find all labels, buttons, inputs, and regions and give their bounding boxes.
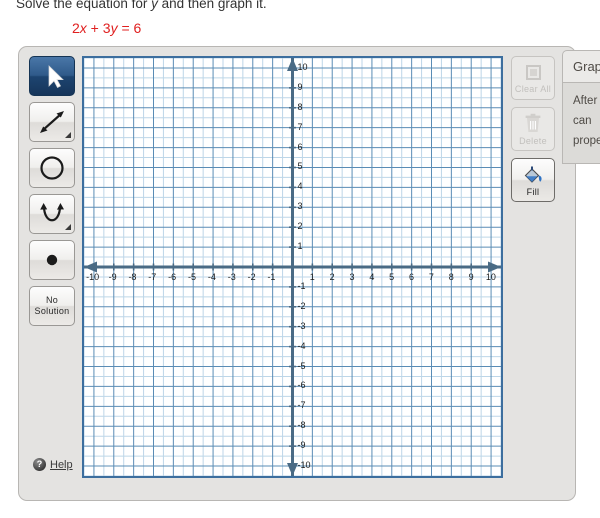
x-tick-label: -3 — [227, 272, 236, 282]
graph-canvas[interactable]: -10 -9 -8 -7 -6 -5 -4 -3 -2 -1 1 2 3 4 5 6 7 8 9 10 10 9 8 7 6 5 4… — [82, 56, 503, 478]
square-outline-icon — [526, 64, 541, 80]
x-tick-label: -10 — [86, 272, 100, 282]
arrow-cursor-icon — [48, 65, 64, 88]
paint-bucket-icon — [524, 166, 542, 183]
equation-plus: + — [86, 20, 103, 36]
y-tick-label: 1 — [297, 241, 303, 252]
y-tick-label: -10 — [297, 460, 311, 471]
trash-can-icon — [525, 113, 541, 132]
equation-display: 2x + 3y = 6 — [72, 20, 141, 36]
y-tick-label: -1 — [297, 280, 306, 291]
y-tick-label: -3 — [297, 320, 306, 331]
x-tick-label: 10 — [485, 272, 496, 282]
circle-tool-button[interactable] — [29, 148, 75, 188]
axis-tick-labels: -10 -9 -8 -7 -6 -5 -4 -3 -2 -1 1 2 3 4 5 6 7 8 9 10 10 9 8 7 6 5 4… — [84, 58, 501, 476]
y-tick-label: 7 — [297, 121, 303, 132]
x-tick-label: -4 — [207, 272, 216, 282]
select-tool-button[interactable] — [29, 56, 75, 96]
instruction-suffix: and then graph it. — [157, 0, 267, 11]
graphing-tool-panel: No Solution ? Help -10 -9 -8 -7 -6 -5 -4 -3 -2 -1… — [18, 46, 576, 501]
y-tick-label: -4 — [297, 340, 306, 351]
graphing-info-text: After can properties — [562, 82, 600, 164]
x-tick-label: -7 — [148, 272, 157, 282]
instruction-prefix: Solve the equation for — [16, 0, 152, 11]
y-tick-label: 8 — [297, 101, 303, 112]
y-tick-label: 9 — [297, 81, 303, 92]
x-tick-label: 3 — [349, 272, 355, 282]
clear-all-label: Clear All — [514, 83, 552, 94]
no-solution-line1: No — [45, 295, 59, 305]
equation-term2-coef: 3 — [102, 20, 111, 36]
question-mark-circle-icon: ? — [33, 458, 46, 471]
help-label: Help — [50, 458, 73, 471]
y-tick-label: -5 — [297, 360, 306, 371]
y-tick-label: 10 — [297, 61, 308, 72]
y-tick-label: 3 — [297, 201, 303, 212]
action-toolbar: Clear All Delete Fill — [511, 56, 559, 209]
delete-label: Delete — [519, 135, 547, 146]
info-line-2: can — [573, 115, 592, 127]
no-solution-line2: Solution — [34, 306, 70, 316]
x-tick-label: -8 — [128, 272, 137, 282]
clear-all-button[interactable]: Clear All — [511, 56, 555, 100]
instruction-variable: y — [151, 0, 158, 11]
y-tick-label: 6 — [297, 141, 303, 152]
parabola-tool-dropdown-arrow[interactable] — [65, 224, 71, 230]
x-tick-label: -9 — [108, 272, 117, 282]
graphing-info-panel: Graphing After can properties — [562, 50, 600, 200]
circle-icon — [40, 156, 64, 180]
x-tick-label: -2 — [247, 272, 256, 282]
x-tick-label: -5 — [188, 272, 197, 282]
equation-rhs: 6 — [133, 20, 142, 36]
y-tick-label: -6 — [297, 380, 306, 391]
x-tick-label: 7 — [428, 272, 434, 282]
y-tick-label: 2 — [297, 221, 303, 232]
line-tool-dropdown-arrow[interactable] — [65, 132, 71, 138]
x-tick-label: -1 — [267, 272, 276, 282]
tab-graphing[interactable]: Graphing — [562, 50, 600, 82]
y-tick-label: 4 — [297, 181, 303, 192]
question-instruction: Solve the equation for y and then graph … — [16, 0, 267, 11]
x-tick-label: 5 — [389, 272, 395, 282]
fill-button[interactable]: Fill — [511, 158, 555, 202]
drawing-toolbar: No Solution — [29, 56, 77, 332]
tab-graphing-label: Graphing — [573, 59, 600, 74]
x-tick-label: 1 — [309, 272, 315, 282]
equation-term2-var: y — [110, 20, 118, 36]
x-tick-label: 4 — [369, 272, 375, 282]
y-tick-label: 5 — [297, 161, 303, 172]
x-tick-label: 6 — [409, 272, 415, 282]
y-tick-label: -7 — [297, 400, 306, 411]
info-line-3: properties — [573, 135, 600, 147]
delete-button[interactable]: Delete — [511, 107, 555, 151]
x-tick-label: -6 — [168, 272, 177, 282]
point-tool-button[interactable] — [29, 240, 75, 280]
no-solution-button[interactable]: No Solution — [29, 286, 75, 326]
y-tick-label: -2 — [297, 300, 306, 311]
parabola-tool-button[interactable] — [29, 194, 75, 234]
filled-dot-icon — [46, 254, 58, 266]
help-link[interactable]: ? Help — [33, 458, 73, 471]
graphing-tool-screen: Solve the equation for y and then graph … — [0, 0, 600, 518]
equation-term1-var: x — [79, 20, 87, 36]
line-tool-button[interactable] — [29, 102, 75, 142]
equation-equals: = — [117, 20, 134, 36]
x-tick-label: 9 — [468, 272, 474, 282]
equation-term1-coef: 2 — [72, 20, 80, 36]
y-tick-label: -8 — [297, 420, 306, 431]
x-tick-label: 2 — [329, 272, 335, 282]
info-line-1: After — [573, 95, 598, 107]
x-tick-label: 8 — [448, 272, 454, 282]
fill-label: Fill — [526, 186, 540, 197]
y-tick-label: -9 — [297, 440, 306, 451]
